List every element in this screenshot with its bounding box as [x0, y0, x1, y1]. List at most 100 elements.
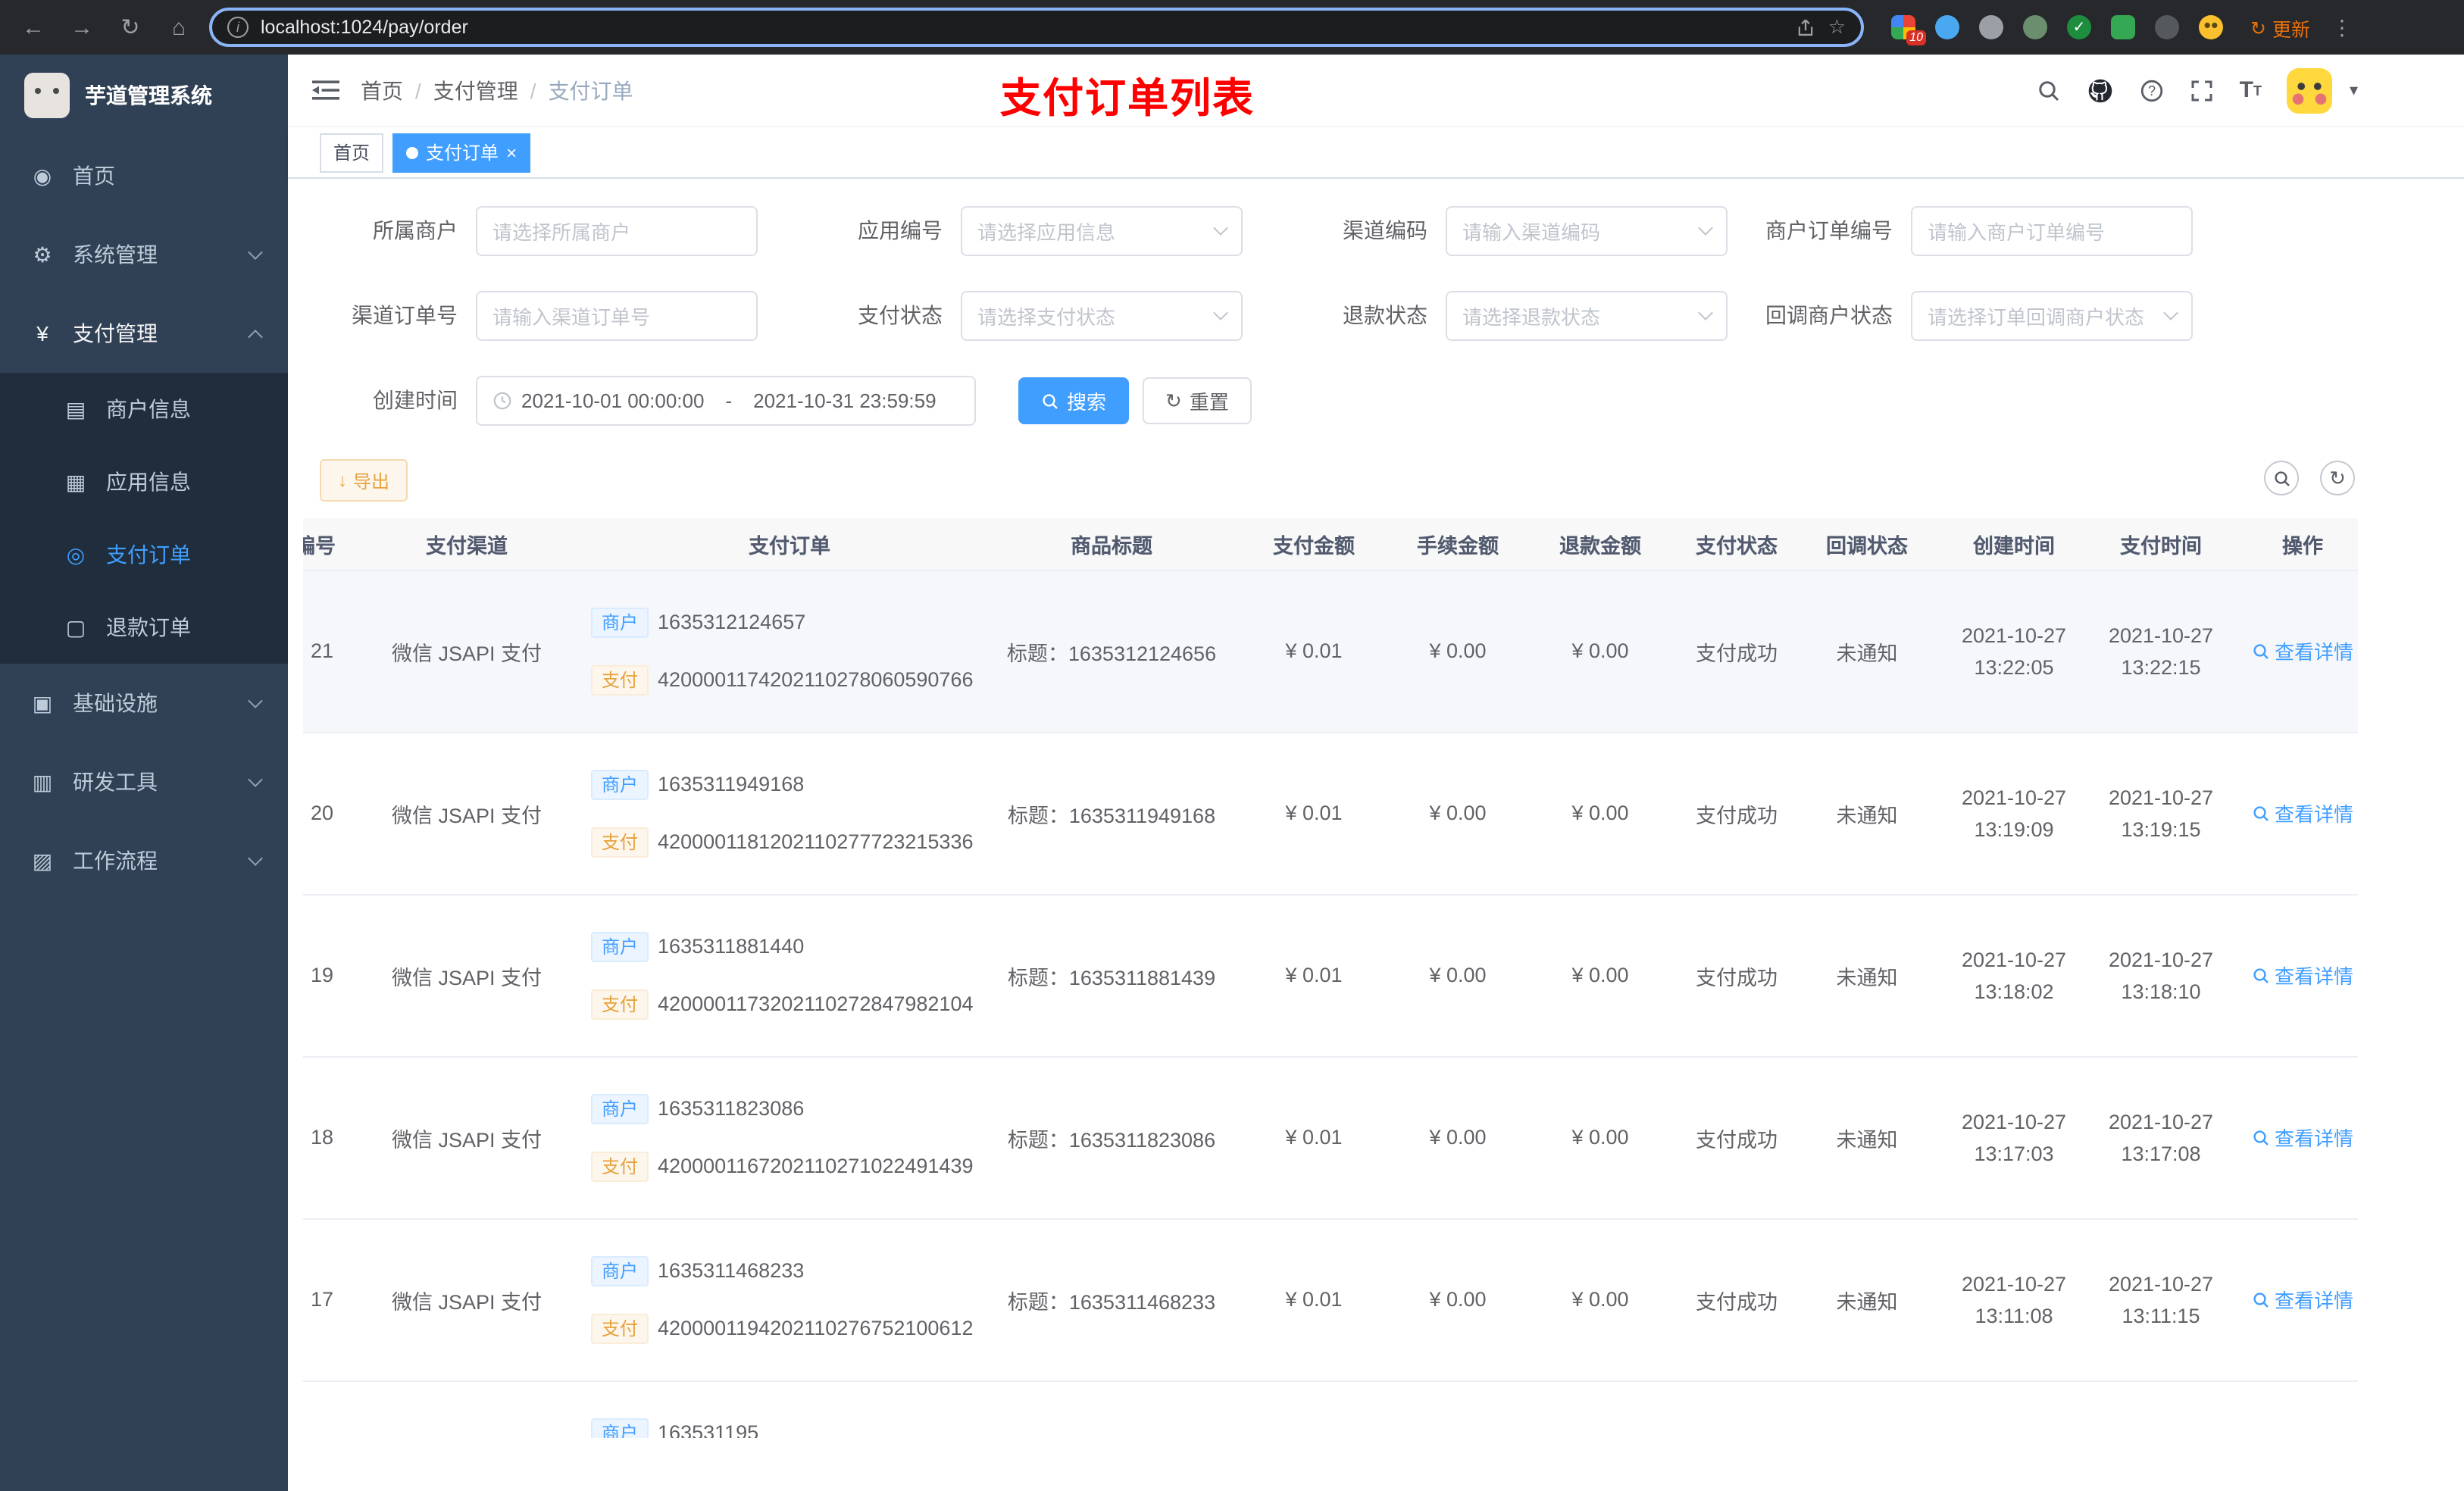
breadcrumb-separator: / — [530, 78, 536, 102]
browser-menu-icon[interactable]: ⋮ — [2331, 14, 2353, 40]
callback-status-select[interactable]: 请选择订单回调商户状态 — [1911, 290, 2193, 340]
search-button[interactable]: 搜索 — [1018, 377, 1130, 424]
filter-label: 退款状态 — [1343, 303, 1427, 327]
sidebar-item-merchant-info[interactable]: ▤ 商户信息 — [0, 373, 288, 445]
view-detail-link[interactable]: 查看详情 — [2252, 636, 2353, 665]
home-icon: ◉ — [33, 163, 52, 187]
refresh-icon: ↻ — [1165, 389, 1182, 411]
share-icon[interactable] — [1796, 17, 1816, 37]
view-detail-link[interactable]: 查看详情 — [2252, 1123, 2353, 1152]
cell-pay-time — [2084, 1380, 2238, 1438]
refund-status-select[interactable]: 请选择退款状态 — [1446, 290, 1728, 340]
chevron-down-icon — [2163, 305, 2178, 320]
cell-create-time: 2021-10-27 13:22:05 — [1944, 570, 2084, 733]
view-detail-link[interactable]: 查看详情 — [2252, 1285, 2353, 1314]
extension-icon-dark[interactable] — [2155, 15, 2179, 39]
caret-down-icon[interactable]: ▾ — [2350, 80, 2358, 100]
search-icon[interactable] — [2037, 78, 2061, 102]
forward-icon[interactable]: → — [64, 9, 100, 45]
tab-label: 首页 — [333, 142, 371, 164]
bookmark-star-icon[interactable]: ☆ — [1828, 15, 1846, 39]
placeholder: 请输入渠道订单号 — [492, 305, 651, 328]
filter-refund-status: 退款状态 请选择退款状态 — [1315, 289, 1728, 341]
sidebar-item-pay-order[interactable]: ◎ 支付订单 — [0, 518, 288, 591]
view-detail-link[interactable]: 查看详情 — [2252, 799, 2353, 827]
pay-order-no: 4200001174202110278060590766 — [658, 668, 974, 691]
sidebar-toggle-icon[interactable] — [288, 79, 361, 102]
table-row: 17 微信 JSAPI 支付 商户 1635311468233 支付 42000… — [303, 1218, 2358, 1381]
search-icon — [2253, 967, 2269, 983]
cell-status — [1684, 1380, 1790, 1438]
cell-fee: ¥ 0.00 — [1399, 570, 1517, 733]
filter-app-no: 应用编号 请选择应用信息 — [830, 205, 1243, 256]
search-icon — [2274, 470, 2289, 486]
back-icon[interactable]: ← — [15, 9, 52, 45]
tab-home[interactable]: 首页 — [320, 133, 384, 172]
extension-icon-face[interactable] — [2199, 15, 2223, 39]
pay-status-select[interactable]: 请选择支付状态 — [961, 290, 1243, 340]
cell-fee: ¥ 0.00 — [1399, 1056, 1517, 1219]
cell-title: 标题：1635311468233 — [994, 1218, 1229, 1381]
close-icon[interactable]: × — [506, 143, 517, 161]
refresh-table-button[interactable]: ↻ — [2320, 461, 2355, 495]
pay-order-no: 4200001194202110276752100612 — [658, 1317, 974, 1339]
filter-pay-status: 支付状态 请选择支付状态 — [830, 289, 1243, 341]
owner-merchant-input[interactable]: 请选择所属商户 — [476, 205, 758, 255]
sidebar-item-refund-order[interactable]: ▢ 退款订单 — [0, 591, 288, 664]
sidebar-item-app-info[interactable]: ▦ 应用信息 — [0, 445, 288, 518]
extension-icon-blue[interactable] — [1935, 15, 1959, 39]
toggle-search-button[interactable] — [2264, 461, 2299, 495]
update-button[interactable]: ↻ 更新 — [2250, 13, 2310, 42]
sidebar-item-workflow[interactable]: ▨ 工作流程 — [0, 821, 288, 900]
view-detail-label: 查看详情 — [2274, 803, 2353, 826]
channel-code-select[interactable]: 请输入渠道编码 — [1446, 205, 1728, 255]
cell-order: 商户 1635311468233 支付 42000011942021102767… — [585, 1218, 994, 1381]
cell-notify: 未通知 — [1790, 1218, 1944, 1381]
sidebar-item-devtools[interactable]: ▥ 研发工具 — [0, 742, 288, 821]
merchant-tag: 商户 — [591, 1093, 649, 1124]
app-no-select[interactable]: 请选择应用信息 — [961, 205, 1243, 255]
url-bar[interactable]: i localhost:1024/pay/order ☆ — [209, 8, 1864, 47]
create-date: 2021-10-27 — [1961, 1272, 2067, 1295]
server-icon: ▣ — [32, 690, 53, 714]
cell-fee — [1399, 1380, 1517, 1438]
merchant-order-no-input[interactable]: 请输入商户订单编号 — [1911, 205, 2193, 255]
channel-order-no-input[interactable]: 请输入渠道订单号 — [476, 290, 758, 340]
reload-icon[interactable]: ↻ — [112, 9, 149, 45]
search-icon — [1043, 393, 1058, 408]
view-detail-link[interactable]: 查看详情 — [2252, 961, 2353, 989]
create-time-range-input[interactable]: 2021-10-01 00:00:00 - 2021-10-31 23:59:5… — [476, 375, 976, 425]
extension-icon-green-square[interactable] — [2111, 15, 2135, 39]
view-detail-label: 查看详情 — [2274, 1289, 2353, 1312]
help-icon[interactable]: ? — [2140, 78, 2164, 102]
download-icon: ↓ — [338, 470, 347, 491]
browser-home-icon[interactable]: ⌂ — [161, 9, 197, 45]
avatar[interactable] — [2287, 67, 2333, 113]
date-start: 2021-10-01 00:00:00 — [521, 389, 705, 411]
site-info-icon[interactable]: i — [227, 17, 249, 38]
sidebar-item-home[interactable]: ◉ 首页 — [0, 136, 288, 215]
sidebar-item-infra[interactable]: ▣ 基础设施 — [0, 664, 288, 742]
app-logo[interactable]: 芋道管理系统 — [0, 55, 288, 136]
extension-icon-gray[interactable] — [1979, 15, 2003, 39]
sidebar-item-payment[interactable]: ¥ 支付管理 — [0, 294, 288, 373]
extension-icon-green-gray[interactable] — [2023, 15, 2047, 39]
search-icon — [2253, 805, 2269, 821]
extension-icon-colorful[interactable]: 10 — [1891, 15, 1926, 45]
breadcrumb-section[interactable]: 支付管理 — [433, 75, 518, 105]
font-size-icon[interactable]: TT — [2240, 77, 2262, 103]
breadcrumb-home[interactable]: 首页 — [361, 75, 403, 105]
cell-amount — [1229, 1380, 1399, 1438]
fullscreen-icon[interactable] — [2190, 78, 2214, 102]
export-button[interactable]: ↓ 导出 — [320, 459, 408, 502]
tab-pay-order[interactable]: 支付订单 × — [392, 133, 531, 172]
reset-button[interactable]: ↻ 重置 — [1143, 377, 1252, 424]
sidebar-item-system[interactable]: ⚙ 系统管理 — [0, 215, 288, 294]
cell-status: 支付成功 — [1684, 732, 1790, 895]
cell-amount: ¥ 0.01 — [1229, 732, 1399, 895]
sidebar-item-label: 商户信息 — [106, 397, 191, 421]
extension-icon-check[interactable]: ✓ — [2067, 15, 2091, 39]
chevron-up-icon — [248, 329, 263, 344]
github-icon[interactable] — [2087, 77, 2114, 104]
pay-clock: 13:19:15 — [2121, 817, 2201, 840]
